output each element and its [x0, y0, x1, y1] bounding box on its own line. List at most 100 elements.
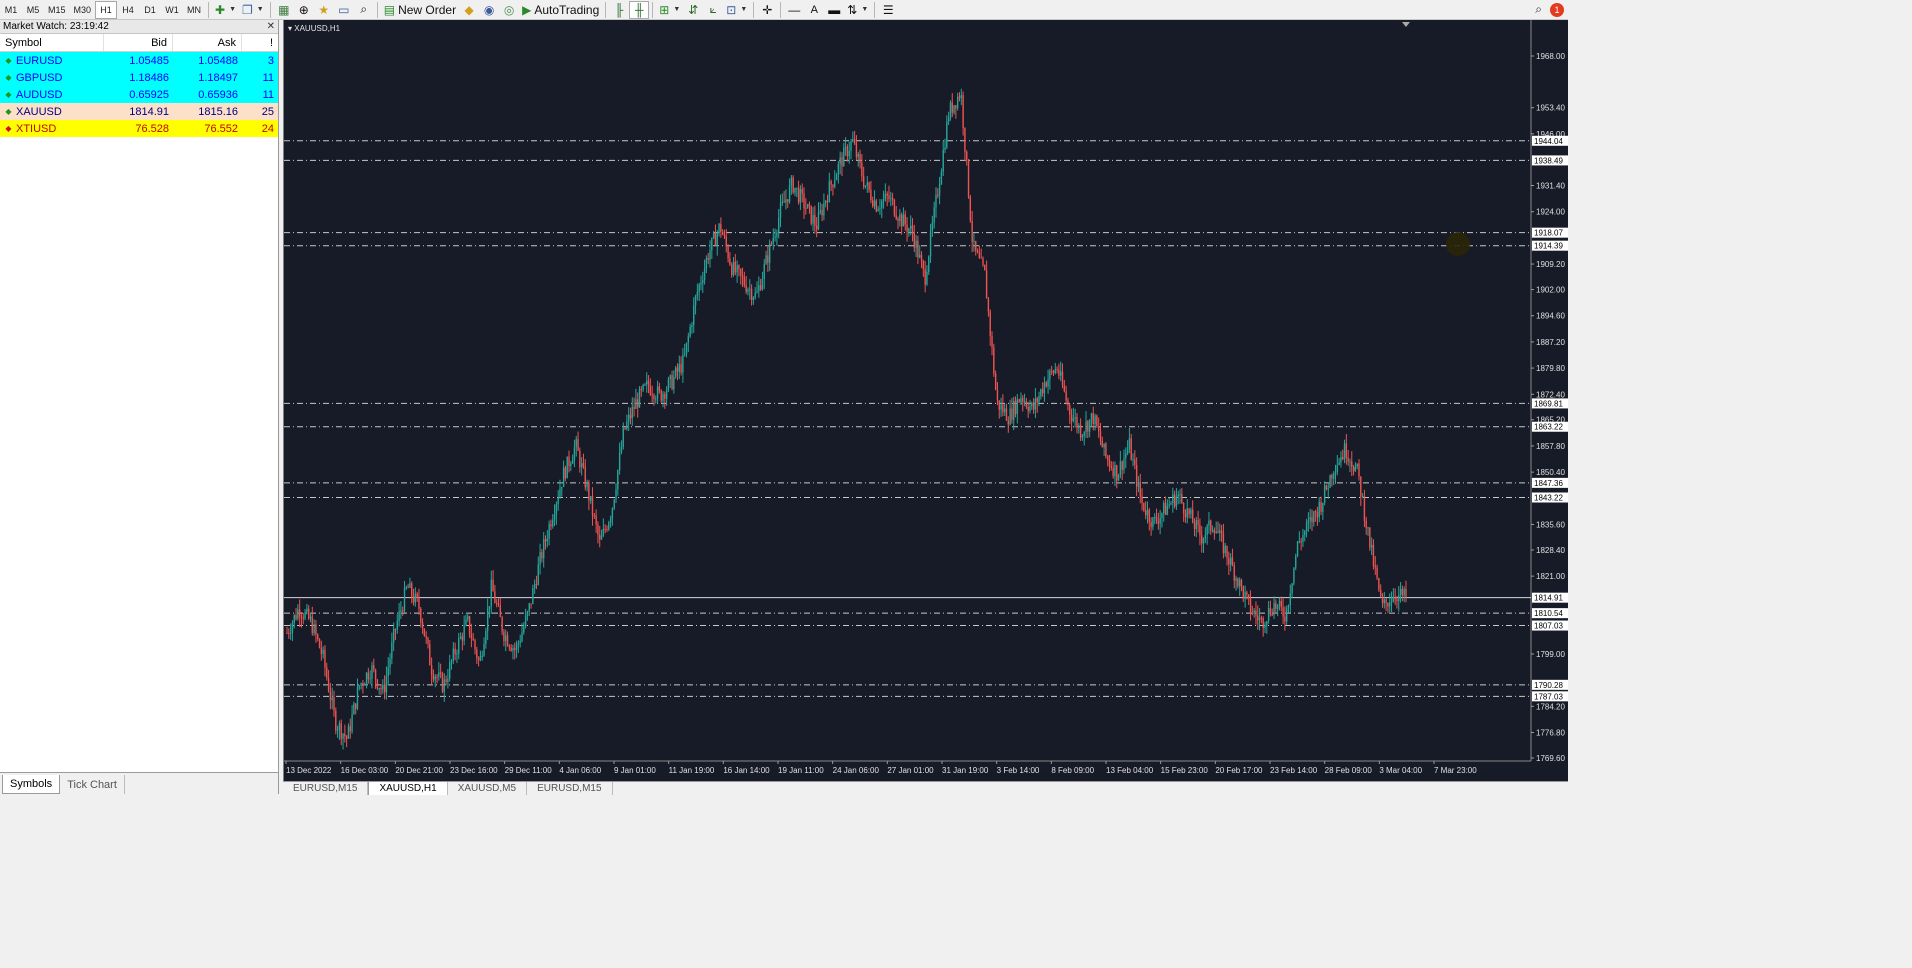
candle-body	[1163, 502, 1165, 514]
zoom-in-button[interactable]: ⊞ ▼	[656, 1, 683, 19]
candle-body	[834, 180, 836, 187]
new-order-button[interactable]: ▤ New Order	[381, 1, 459, 19]
timeframe-m5[interactable]: M5	[22, 1, 44, 19]
zoom-in-icon: ⊞	[659, 2, 670, 17]
autotrading-button[interactable]: ▶ AutoTrading	[519, 1, 602, 19]
chart-window[interactable]: 1968.00 1953.40 1946.00 1931.40 1924.00 1909.…	[283, 20, 1568, 781]
candle-body	[298, 609, 301, 617]
market-watch-row[interactable]: ◆ EURUSD 1.05485 1.05488 3	[0, 52, 278, 69]
toolbar-separator	[208, 1, 210, 18]
horizontal-line-button[interactable]: ―	[784, 1, 804, 19]
chart-shift-button[interactable]: ⟀	[703, 1, 723, 19]
candle-body	[1108, 459, 1111, 467]
candle-body	[667, 379, 670, 391]
timeframe-m30[interactable]: M30	[70, 1, 96, 19]
candle-body	[752, 297, 755, 300]
toolbar-separator	[753, 1, 755, 18]
time-tick-label: 27 Jan 01:00	[887, 766, 934, 775]
chart-tab[interactable]: EURUSD,M15	[527, 782, 613, 795]
new-chart-button[interactable]: ✚ ▼	[212, 1, 239, 19]
tick-direction-icon: ◆	[5, 107, 12, 116]
navigator-toggle[interactable]: ★	[314, 1, 334, 19]
candle-body	[814, 215, 816, 226]
label-tool-button[interactable]: ▬	[824, 1, 844, 19]
timeframe-w1[interactable]: W1	[161, 1, 183, 19]
column-header-symbol[interactable]: Symbol	[0, 34, 104, 51]
candle-body	[420, 608, 422, 623]
chart-title: ▾ XAUUSD,H1	[288, 24, 341, 33]
crosshair-button[interactable]: ✛	[757, 1, 777, 19]
candle-body	[1246, 592, 1248, 595]
periodicity-button[interactable]: ☰	[878, 1, 898, 19]
profiles-button[interactable]: ❐ ▼	[239, 1, 267, 19]
candle-body	[472, 638, 474, 641]
candle-body	[716, 233, 718, 246]
candle-body	[1302, 535, 1304, 542]
market-watch-row[interactable]: ◆ XTIUSD 76.528 76.552 24	[0, 120, 278, 137]
timeframe-h1[interactable]: H1	[95, 0, 118, 19]
chart-tab[interactable]: XAUUSD,H1	[368, 782, 448, 795]
chart-tab[interactable]: EURUSD,M15	[283, 782, 369, 795]
timeframe-h4[interactable]: H4	[117, 1, 139, 19]
candle-body	[808, 204, 811, 206]
candle-body	[1332, 473, 1335, 479]
timeframe-m15[interactable]: M15	[44, 1, 70, 19]
strategy-tester-toggle[interactable]: ⌕	[354, 1, 374, 19]
chart-shift-marker[interactable]	[1402, 22, 1410, 27]
candle-body	[307, 608, 310, 619]
candlestick-button[interactable]: ╫	[629, 0, 650, 19]
time-tick-label: 9 Jan 01:00	[614, 766, 656, 775]
candle-body	[1197, 520, 1199, 525]
arrows-tool-button[interactable]: ⇅ ▼	[844, 1, 871, 19]
column-header-spread[interactable]: !	[242, 34, 278, 51]
text-tool-icon: A	[810, 3, 818, 16]
candle-body	[767, 255, 769, 263]
candle-body	[318, 639, 321, 648]
bar-chart-button[interactable]: ╟	[609, 1, 629, 19]
candle-body	[1363, 496, 1366, 521]
close-icon[interactable]: ✕	[267, 21, 275, 32]
metaeditor-button[interactable]: ◆	[459, 1, 479, 19]
candle-body	[403, 588, 406, 612]
column-header-bid[interactable]: Bid	[104, 34, 173, 51]
candle-body	[452, 648, 455, 661]
indicators-button[interactable]: ⊡ ▼	[723, 1, 750, 19]
market-watch-row[interactable]: ◆ XAUUSD 1814.91 1815.16 25	[0, 103, 278, 120]
timeframe-mn[interactable]: MN	[183, 1, 205, 19]
candle-body	[394, 629, 397, 631]
candle-body	[441, 673, 444, 692]
candle-body	[960, 95, 962, 99]
candle-body	[570, 463, 572, 466]
candle-body	[651, 394, 653, 396]
market-watch-row[interactable]: ◆ AUDUSD 0.65925 0.65936 11	[0, 86, 278, 103]
candle-body	[875, 200, 878, 212]
tab-symbols[interactable]: Symbols	[2, 775, 61, 794]
column-header-ask[interactable]: Ask	[173, 34, 242, 51]
candle-body	[1159, 517, 1161, 524]
data-window-toggle[interactable]: ⊕	[294, 1, 314, 19]
candle-body	[571, 459, 574, 464]
timeframe-m1[interactable]: M1	[0, 1, 22, 19]
candle-body	[1110, 466, 1113, 469]
candle-body	[689, 326, 691, 337]
timeframe-d1[interactable]: D1	[139, 1, 161, 19]
chart-tab[interactable]: XAUUSD,M5	[448, 782, 528, 795]
auto-scroll-button[interactable]: ⇵	[683, 1, 703, 19]
candle-body	[763, 264, 765, 280]
price-chart[interactable]: 1968.001953.401946.001931.401924.001909.…	[284, 20, 1569, 781]
candle-body	[711, 237, 713, 251]
tab-tick-chart[interactable]: Tick Chart	[60, 775, 125, 794]
terminal-icon: ▭	[338, 2, 350, 17]
search-icon[interactable]: ⌕	[1535, 2, 1542, 17]
terminal-toggle[interactable]: ▭	[334, 1, 354, 19]
text-tool-button[interactable]: A	[804, 1, 824, 19]
candle-body	[888, 195, 890, 199]
candle-body	[515, 644, 518, 650]
market-watch-row[interactable]: ◆ GBPUSD 1.18486 1.18497 11	[0, 69, 278, 86]
candle-body	[626, 421, 628, 429]
notification-badge[interactable]: 1	[1550, 2, 1564, 17]
signals-button[interactable]: ◉	[479, 1, 499, 19]
market-watch-toggle[interactable]: ▦	[274, 1, 294, 19]
candle-body	[989, 311, 991, 337]
vps-button[interactable]: ◎	[499, 1, 519, 19]
